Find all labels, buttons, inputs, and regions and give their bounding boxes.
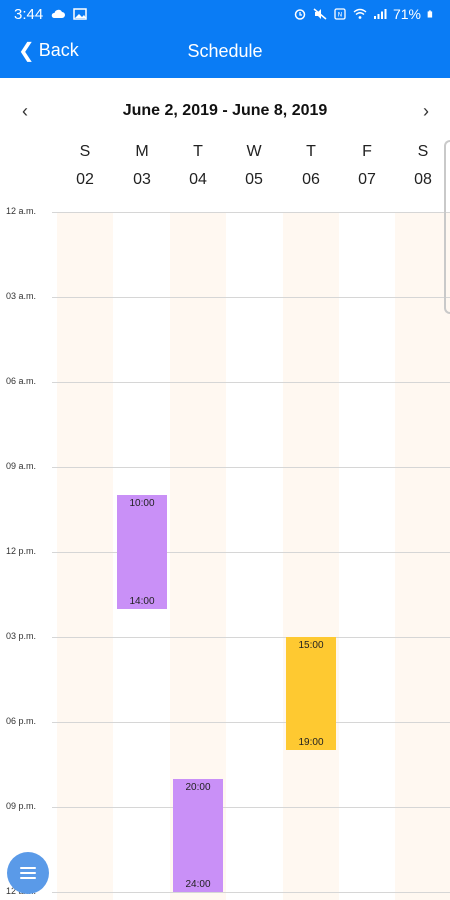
- day-letter: S: [79, 143, 91, 160]
- scrollbar[interactable]: [444, 140, 450, 314]
- hour-gridline: [52, 466, 450, 468]
- event-end-time: 24:00: [185, 878, 211, 890]
- day-date: 07: [358, 171, 376, 188]
- day-header: F 07: [339, 143, 395, 189]
- day-date: 04: [189, 171, 207, 188]
- day-date: 05: [245, 171, 263, 188]
- hour-gridline: [52, 636, 450, 638]
- day-column[interactable]: [226, 212, 282, 900]
- schedule-event[interactable]: 10:00 14:00: [117, 495, 167, 609]
- event-start-time: 20:00: [185, 781, 211, 793]
- wifi-icon: [353, 8, 367, 19]
- hour-label: 03 a.m.: [6, 290, 39, 301]
- day-column[interactable]: [339, 212, 395, 900]
- day-date: 08: [414, 171, 432, 188]
- signal-icon: [373, 9, 387, 19]
- day-letter: F: [362, 143, 372, 160]
- hour-gridline: [52, 296, 450, 298]
- status-time: 3:44: [14, 5, 44, 23]
- hour-label: 09 a.m.: [6, 460, 39, 471]
- day-header: S 08: [395, 143, 450, 189]
- day-letter: S: [417, 143, 429, 160]
- day-letter: T: [193, 143, 203, 160]
- day-column[interactable]: [283, 212, 339, 900]
- schedule-screen: 3:44 N 71% ❮ Back Schedule ‹ June 2, 201…: [0, 0, 450, 900]
- hour-label: 06 p.m.: [6, 715, 39, 726]
- day-header: M 03: [114, 143, 170, 189]
- mute-icon: [313, 8, 327, 20]
- day-header: W 05: [226, 143, 282, 189]
- next-week-button[interactable]: ›: [414, 96, 438, 126]
- hour-gridline: [52, 551, 450, 553]
- hour-label: 03 p.m.: [6, 630, 39, 641]
- event-start-time: 15:00: [298, 639, 324, 651]
- svg-text:N: N: [338, 12, 343, 19]
- app-bar: ❮ Back Schedule: [0, 28, 450, 78]
- day-date: 03: [133, 171, 151, 188]
- image-icon: [73, 8, 87, 20]
- cloud-icon: [51, 9, 66, 18]
- menu-icon-bar: [20, 867, 36, 869]
- hour-label: 12 a.m.: [6, 206, 39, 216]
- menu-icon-bar: [20, 877, 36, 879]
- week-range-bar: ‹ June 2, 2019 - June 8, 2019 ›: [0, 96, 450, 126]
- day-date: 02: [76, 171, 94, 188]
- menu-button[interactable]: [7, 852, 49, 894]
- hour-gridline: [52, 721, 450, 723]
- day-letter: T: [306, 143, 316, 160]
- day-date: 06: [302, 171, 320, 188]
- day-column[interactable]: [57, 212, 113, 900]
- day-letter: W: [246, 143, 262, 160]
- menu-icon-bar: [20, 872, 36, 874]
- day-letter: M: [135, 143, 149, 160]
- page-title: Schedule: [187, 41, 263, 61]
- hour-label: 06 a.m.: [6, 375, 39, 386]
- day-header: T 06: [283, 143, 339, 189]
- hour-gridline: [52, 381, 450, 383]
- alarm-icon: [294, 9, 306, 20]
- week-range-label: June 2, 2019 - June 8, 2019: [122, 102, 328, 119]
- day-header: S 02: [57, 143, 113, 189]
- day-column[interactable]: [395, 212, 450, 900]
- hour-label: 12 p.m.: [6, 545, 39, 556]
- day-header: T 04: [170, 143, 226, 189]
- hour-gridline: [52, 806, 450, 808]
- battery-icon: [427, 10, 433, 18]
- hour-gridline: [52, 891, 450, 893]
- nfc-icon: N: [334, 8, 346, 20]
- schedule-event[interactable]: 15:00 19:00: [286, 636, 336, 751]
- event-start-time: 10:00: [129, 498, 155, 510]
- event-end-time: 14:00: [129, 595, 155, 607]
- status-bar: 3:44 N 71%: [0, 0, 450, 28]
- schedule-event[interactable]: 20:00 24:00: [173, 778, 223, 892]
- week-grid: 12 a.m. 03 a.m. 06 a.m. 09 a.m. 12 p.m. 03 p.…: [0, 200, 450, 900]
- event-end-time: 19:00: [298, 737, 324, 749]
- hour-label: 09 p.m.: [6, 800, 39, 811]
- battery-percent: 71%: [392, 6, 421, 22]
- hour-gridline: [52, 212, 450, 213]
